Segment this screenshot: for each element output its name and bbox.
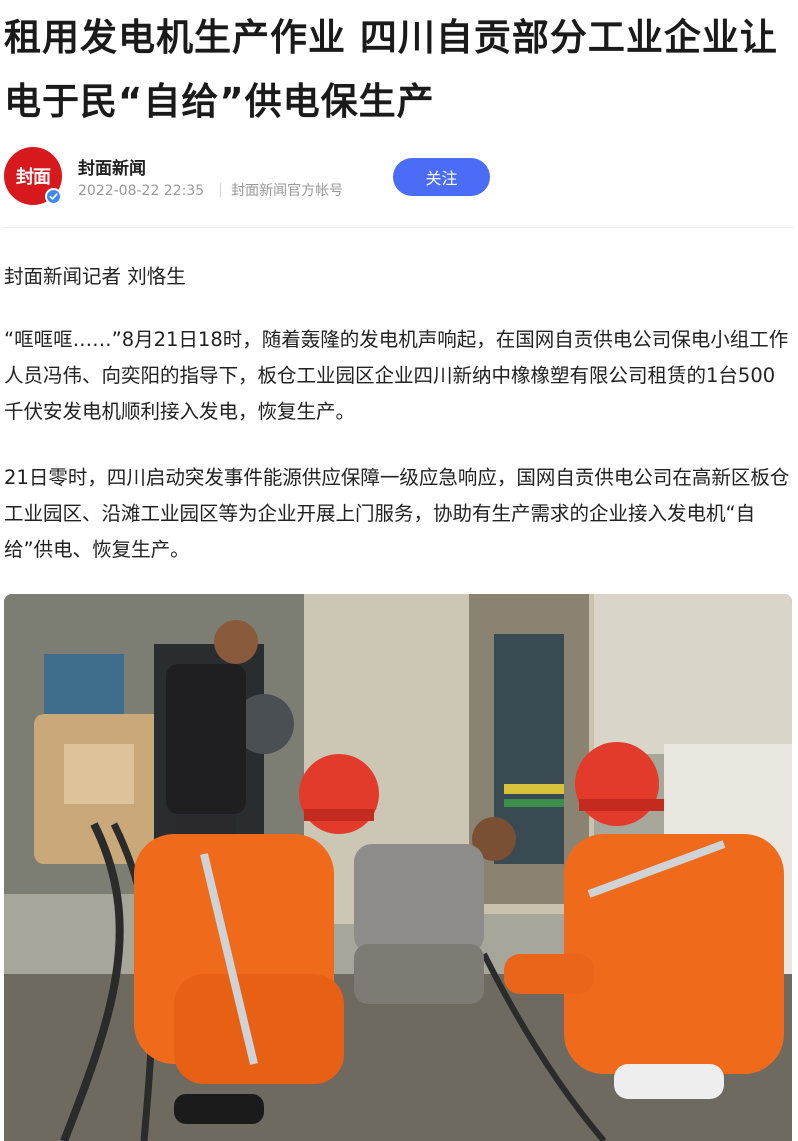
- author-info: 封面 封面新闻 2022-08-22 22:35 封面新闻官方帐号 关注: [4, 147, 794, 211]
- article-paragraph: 21日零时，四川启动突发事件能源供应保障一级应急响应，国网自贡供电公司在高新区板…: [4, 466, 790, 561]
- article-title: 租用发电机生产作业 四川自贡部分工业企业让电于民“自给”供电保生产: [4, 16, 778, 123]
- publisher-logo: 封面: [16, 167, 51, 188]
- meta-line: 2022-08-22 22:35 封面新闻官方帐号: [78, 180, 343, 200]
- publish-time: 2022-08-22 22:35: [78, 183, 205, 199]
- article-photo: [4, 594, 792, 1141]
- header-divider: [4, 227, 794, 228]
- follow-button[interactable]: 关注: [393, 158, 490, 196]
- check-icon: [49, 193, 58, 200]
- meta-divider: [220, 183, 222, 197]
- article-paragraph: “哐哐哐……”8月21日18时，随着轰隆的发电机声响起，在国网自贡供电公司保电小…: [4, 328, 789, 423]
- account-description: 封面新闻官方帐号: [231, 183, 344, 199]
- author-name[interactable]: 封面新闻: [78, 154, 146, 179]
- verified-icon: [45, 188, 62, 205]
- byline-paragraph: 封面新闻记者 刘恪生: [4, 265, 186, 288]
- photo-workers-connecting-generator: [4, 594, 792, 1141]
